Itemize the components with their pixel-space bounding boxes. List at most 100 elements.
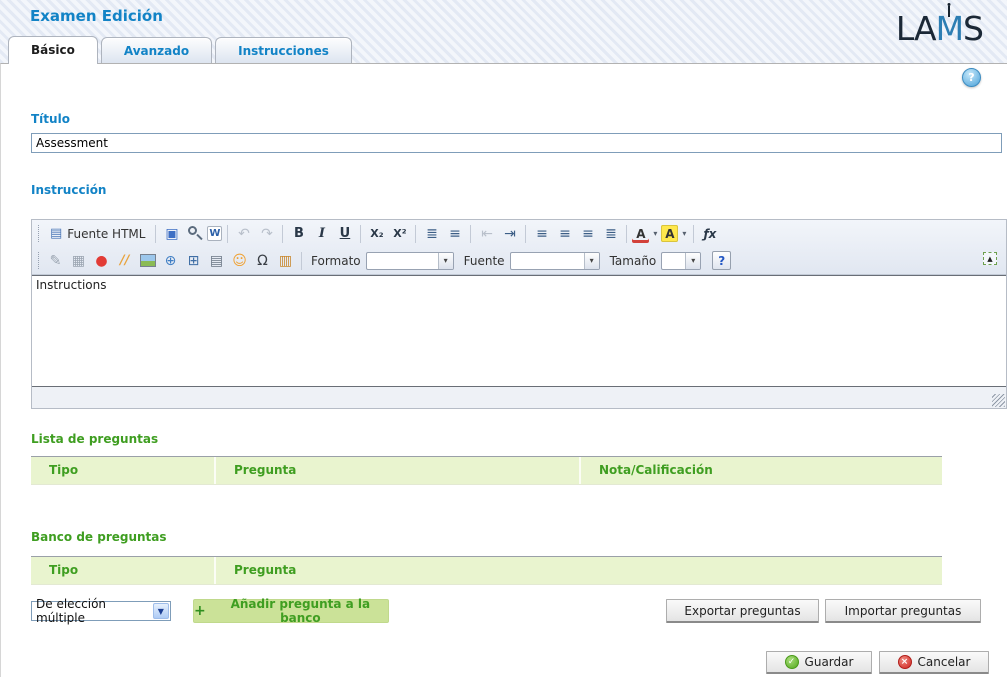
edit-pencil-icon[interactable]: ✎ — [45, 250, 66, 271]
question-list-header-row: Tipo Pregunta Nota/Calificación — [31, 456, 942, 485]
font-combo-label: Fuente — [464, 254, 505, 268]
format-combo-arrow-icon[interactable]: ▾ — [438, 253, 453, 269]
bold-icon[interactable]: B — [288, 223, 309, 244]
add-question-to-bank-button[interactable]: + Añadir pregunta a la banco — [193, 599, 389, 623]
text-color-icon[interactable]: A — [632, 224, 649, 243]
question-type-select[interactable]: De elección múltiple ▼ — [31, 601, 171, 621]
cancel-button-label: Cancelar — [918, 655, 971, 669]
question-type-select-value: De elección múltiple — [36, 597, 153, 625]
save-button[interactable]: ✓ Guardar — [766, 651, 872, 674]
numbered-list-icon[interactable]: ≣ — [421, 223, 442, 244]
redo-icon[interactable]: ↷ — [256, 223, 277, 244]
bullet-list-icon[interactable]: ≡ — [444, 223, 465, 244]
toolbar-separator — [626, 225, 627, 243]
toolbar-separator — [525, 225, 526, 243]
export-questions-button[interactable]: Exportar preguntas — [666, 599, 819, 623]
size-combo-value[interactable]: ▾ — [661, 252, 701, 270]
align-left-icon[interactable]: ≡ — [531, 223, 552, 244]
tab-avanzado[interactable]: Avanzado — [101, 37, 212, 63]
insert-table-icon[interactable]: ⊞ — [183, 250, 204, 271]
column-header-nota: Nota/Calificación — [581, 457, 942, 484]
justify-icon[interactable]: ≣ — [600, 223, 621, 244]
align-right-icon[interactable]: ≡ — [577, 223, 598, 244]
tab-content-basico: ? Título Instrucción ▤ Fuente HTML ▣ W ↶↷ BIU… — [0, 63, 1007, 677]
column-header-pregunta: Pregunta — [216, 457, 581, 484]
lams-logo-la: LA — [896, 9, 936, 48]
header-band: Examen Edición LAMS Básico Avanzado Inst… — [0, 0, 1007, 63]
indent-icon[interactable]: ⇥ — [499, 223, 520, 244]
font-combo-value[interactable]: ▾ — [510, 252, 600, 270]
size-combo-label: Tamaño — [610, 254, 657, 268]
help-icon[interactable]: ? — [962, 68, 981, 87]
editor-resize-handle[interactable] — [992, 394, 1005, 407]
font-combo-arrow-icon[interactable]: ▾ — [584, 253, 599, 269]
paste-from-word-icon[interactable]: W — [207, 226, 222, 241]
toolbar-separator — [693, 225, 694, 243]
media-clip-icon[interactable]: ▦ — [68, 250, 89, 271]
format-combo[interactable]: Formato ▾ — [311, 252, 454, 270]
formula-icon[interactable]: ƒx — [699, 223, 720, 244]
toolbar-separator — [301, 252, 302, 270]
lams-tower-icon — [946, 3, 952, 17]
toolbar-separator — [415, 225, 416, 243]
lams-logo-s: S — [963, 9, 983, 48]
highlight-color-icon[interactable]: A — [661, 225, 678, 242]
select-dropdown-arrow-icon[interactable]: ▼ — [153, 603, 169, 619]
highlight-color-arrow-icon[interactable]: ▾ — [679, 229, 689, 238]
horizontal-rule-icon[interactable]: ▤ — [206, 250, 227, 271]
editor-toolbar: ▤Fuente HTML▣W↶↷BIUX₂X²≣≡⇤⇥≡≡≡≣A▾A▾ƒx ✎▦… — [32, 220, 1006, 275]
undo-icon[interactable]: ↶ — [233, 223, 254, 244]
paint-strokes-icon[interactable]: // — [114, 250, 135, 271]
question-bank-table: Tipo Pregunta — [31, 556, 942, 585]
plus-icon: + — [194, 603, 206, 619]
editor-toolbar-row-2: ✎▦●// ⊕⊞▤☺Ω▥ Formato ▾ Fuente ▾ Tamaño ▾? — [32, 247, 1006, 274]
title-input[interactable] — [31, 133, 1002, 153]
align-center-icon[interactable]: ≡ — [554, 223, 575, 244]
preview-icon[interactable] — [184, 223, 205, 244]
column-header-tipo: Tipo — [31, 457, 216, 484]
record-audio-icon[interactable]: ● — [91, 250, 112, 271]
outdent-icon[interactable]: ⇤ — [476, 223, 497, 244]
font-combo[interactable]: Fuente ▾ — [464, 252, 600, 270]
toolbar-separator — [360, 225, 361, 243]
question-bank-title: Banco de preguntas — [31, 530, 167, 544]
subscript-icon[interactable]: X₂ — [366, 223, 387, 244]
tab-basico[interactable]: Básico — [8, 36, 98, 64]
rich-text-editor: ▤Fuente HTML▣W↶↷BIUX₂X²≣≡⇤⇥≡≡≡≣A▾A▾ƒx ✎▦… — [31, 219, 1007, 409]
toolbar-separator — [282, 225, 283, 243]
save-check-icon: ✓ — [785, 655, 799, 669]
column-header-pregunta: Pregunta — [216, 557, 942, 584]
flash-globe-icon[interactable]: ⊕ — [160, 250, 181, 271]
size-combo-arrow-icon[interactable]: ▾ — [685, 253, 700, 269]
size-combo[interactable]: Tamaño ▾ — [610, 252, 702, 270]
special-char-icon[interactable]: Ω — [252, 250, 273, 271]
title-label: Título — [31, 112, 70, 126]
editor-about-button[interactable]: ? — [712, 251, 731, 270]
format-combo-value[interactable]: ▾ — [366, 252, 454, 270]
superscript-icon[interactable]: X² — [389, 223, 410, 244]
toolbar-separator — [470, 225, 471, 243]
source-button[interactable]: ▤ Fuente HTML — [44, 223, 151, 244]
toolbar-separator — [155, 225, 156, 243]
cancel-button[interactable]: × Cancelar — [879, 651, 989, 674]
source-doc-icon: ▤ — [50, 226, 62, 241]
toolbar-separator — [227, 225, 228, 243]
underline-icon[interactable]: U — [334, 223, 355, 244]
toolbar-drag-handle — [38, 225, 39, 242]
instruction-editor-area[interactable]: Instructions — [32, 275, 1006, 387]
lams-logo: LAMS — [896, 12, 983, 45]
italic-icon[interactable]: I — [311, 223, 332, 244]
format-combo-label: Formato — [311, 254, 361, 268]
collapse-toolbar-button[interactable]: ▲ — [983, 252, 997, 265]
smiley-icon[interactable]: ☺ — [229, 250, 250, 271]
select-all-icon[interactable]: ▣ — [161, 223, 182, 244]
toolbar-drag-handle — [38, 252, 39, 269]
import-questions-button[interactable]: Importar preguntas — [825, 599, 981, 623]
instruction-label: Instrucción — [31, 183, 106, 197]
insert-image-icon[interactable] — [137, 250, 158, 271]
source-button-label: Fuente HTML — [67, 227, 145, 241]
image-thumbnail — [140, 254, 156, 267]
text-color-arrow-icon[interactable]: ▾ — [650, 229, 660, 238]
templates-icon[interactable]: ▥ — [275, 250, 296, 271]
tab-instrucciones[interactable]: Instrucciones — [215, 37, 352, 63]
